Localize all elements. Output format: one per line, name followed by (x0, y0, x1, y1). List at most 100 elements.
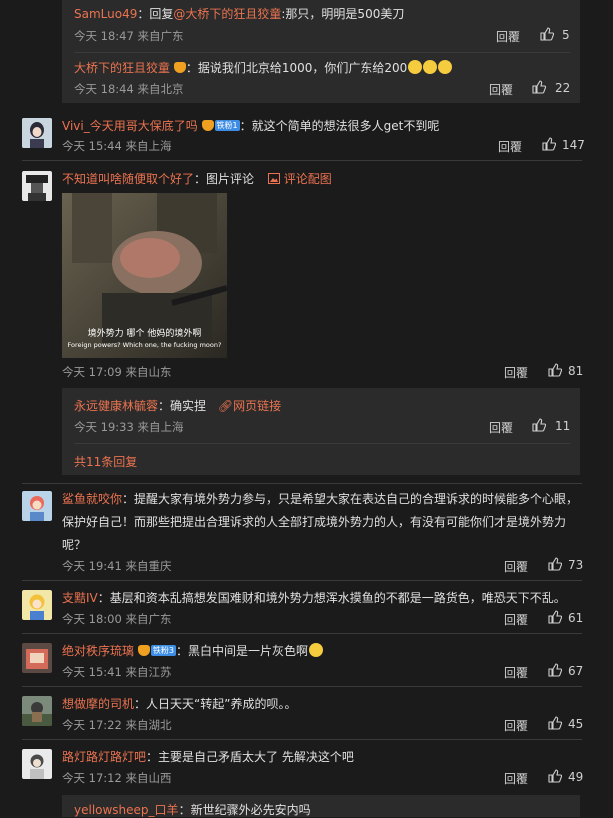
comment-username[interactable]: Vivi_今天用哥大保底了吗 (62, 119, 198, 133)
comment-text: 支黠IV：基层和资本乱搞想发国难财和境外势力想浑水摸鱼的不都是一路货色，唯恐天下… (62, 589, 566, 606)
like-count: 45 (568, 717, 584, 731)
comment-username[interactable]: 鲨鱼就咬你 (62, 492, 122, 506)
sub-reply-text: 永远健康林毓蓉：确实捏 🔗︎网页链接 (74, 397, 281, 414)
avatar[interactable] (22, 491, 52, 521)
divider (74, 443, 570, 444)
comment-time: 今天 17:09 来自山东 (62, 365, 172, 379)
reply-button[interactable]: 回覆 (504, 364, 528, 381)
image-icon (267, 172, 280, 186)
like-count: 67 (568, 664, 584, 678)
reply-button[interactable]: 回覆 (489, 81, 513, 98)
like-count: 81 (568, 364, 584, 378)
reply-button[interactable]: 回覆 (504, 770, 528, 787)
comment-time: 今天 15:41 来自江苏 (62, 665, 172, 679)
image-caption: 境外势力 哪个 他妈的境外啊 (87, 329, 202, 339)
comment-image[interactable]: 境外势力 哪个 他妈的境外啊 Foreign powers? Which one… (62, 193, 228, 358)
like-icon[interactable] (548, 557, 563, 574)
comment-body: ：人日天天“转起”养成的呗。。 (134, 697, 297, 711)
comment-username[interactable]: 支黠IV (62, 591, 98, 605)
emoji-icon (438, 60, 453, 74)
comment-body: ：主要是自己矛盾太大了 先解决这个吧 (146, 750, 354, 764)
sub-reply-text: yellowsheep_口羊：新世纪骤外必先安内吗 (74, 801, 311, 818)
like-icon[interactable] (548, 663, 563, 680)
like-count: 49 (568, 770, 584, 784)
more-replies-link[interactable]: 共11条回复 (74, 453, 137, 470)
like-icon[interactable] (540, 27, 555, 44)
sub-reply-text: 大桥下的狂且狡童 ：据说我们北京给1000，你们广东给200 (74, 59, 453, 76)
like-icon[interactable] (548, 363, 563, 380)
like-icon[interactable] (548, 769, 563, 786)
like-icon[interactable] (548, 610, 563, 627)
sub-reply-body: :那只，明明是500美刀 (281, 7, 405, 21)
comment-body: ：提醒大家有境外势力参与，只是希望大家在表达自己的合理诉求的时候能多个心眼， (122, 492, 579, 506)
comment-text: 绝对秩序琉璃 铁粉3 ：黑白中间是一片灰色啊 (62, 642, 323, 659)
like-count: 11 (555, 419, 571, 433)
avatar[interactable] (22, 590, 52, 620)
divider (22, 580, 582, 581)
sub-reply-username[interactable]: yellowsheep_口羊 (74, 803, 179, 817)
sub-reply-time: 今天 19:33 来自上海 (74, 420, 184, 434)
like-count: 22 (555, 81, 571, 95)
comment-body: ：就这个简单的想法很多人get不到呢 (239, 119, 440, 133)
divider (74, 52, 570, 53)
like-icon[interactable] (532, 80, 547, 97)
sub-reply-username[interactable]: 永远健康林毓蓉 (74, 399, 158, 413)
sub-reply-body: ：新世纪骤外必先安内吗 (178, 803, 311, 817)
sub-reply-username[interactable]: SamLuo49 (74, 7, 137, 21)
divider (22, 483, 582, 484)
comment-text: 路灯路灯路灯吧：主要是自己矛盾太大了 先解决这个吧 (62, 748, 354, 765)
comment-time: 今天 18:00 来自广东 (62, 612, 172, 626)
reply-button[interactable]: 回覆 (504, 717, 528, 734)
divider (22, 160, 582, 161)
comment-time: 今天 17:12 来自山西 (62, 771, 172, 785)
avatar[interactable] (22, 118, 52, 148)
comment-body: ：基层和资本乱搞想发国难财和境外势力想浑水摸鱼的不都是一路货色，唯恐天下不乱。 (97, 591, 566, 605)
like-icon[interactable] (542, 137, 557, 154)
reply-button[interactable]: 回覆 (504, 558, 528, 575)
crown-icon (173, 62, 186, 73)
comment-body-line2: 保护好自己！而那些把提出合理诉求的人全部打成境外势力的人，有没有可能你们才是境外… (62, 515, 567, 529)
reply-button[interactable]: 回覆 (498, 138, 522, 155)
fan-badge: 铁粉1 (214, 120, 240, 131)
reply-panel-top: SamLuo49：回复@大桥下的狂且狡童:那只，明明是500美刀 今天 18:4… (62, 0, 580, 103)
divider (22, 739, 582, 740)
sub-reply-username[interactable]: 大桥下的狂且狡童 (74, 61, 170, 75)
sub-reply-time: 今天 18:47 来自广东 (74, 29, 184, 43)
reply-panel-bottom: yellowsheep_口羊：新世纪骤外必先安内吗 (62, 795, 580, 817)
avatar[interactable] (22, 171, 52, 201)
like-count: 147 (562, 138, 585, 152)
comment-time: 今天 17:22 来自湖北 (62, 718, 172, 732)
comment-username[interactable]: 不知道叫啥随便取个好了 (62, 172, 194, 186)
comment-username[interactable]: 想做摩的司机 (62, 697, 134, 711)
avatar[interactable] (22, 643, 52, 673)
emoji-icon (423, 60, 438, 74)
like-count: 73 (568, 558, 584, 572)
comment-username[interactable]: 绝对秩序琉璃 (62, 644, 134, 658)
comment-body-line3: 呢？ (62, 538, 87, 552)
reply-button[interactable]: 回覆 (504, 611, 528, 628)
image-comment-link[interactable]: 评论配图 (284, 172, 332, 186)
like-icon[interactable] (532, 418, 547, 435)
sub-reply-prefix: ：回复 (137, 7, 174, 21)
reply-button[interactable]: 回覆 (504, 664, 528, 681)
avatar[interactable] (22, 696, 52, 726)
like-icon[interactable] (548, 716, 563, 733)
crown-icon (137, 645, 150, 656)
avatar[interactable] (22, 749, 52, 779)
comment-body: ：黑白中间是一片灰色啊 (175, 644, 308, 658)
comment-username[interactable]: 路灯路灯路灯吧 (62, 750, 146, 764)
reply-button[interactable]: 回覆 (496, 28, 520, 45)
reply-panel: 永远健康林毓蓉：确实捏 🔗︎网页链接 今天 19:33 来自上海 回覆 11 共… (62, 388, 580, 475)
comment-time: 今天 15:44 来自上海 (62, 139, 172, 153)
web-link[interactable]: 网页链接 (233, 399, 281, 413)
divider (22, 686, 582, 687)
reply-button[interactable]: 回覆 (489, 419, 513, 436)
like-count: 61 (568, 611, 584, 625)
comment-text: 鲨鱼就咬你：提醒大家有境外势力参与，只是希望大家在表达自己的合理诉求的时候能多个… (62, 490, 578, 507)
sub-reply-text: SamLuo49：回复@大桥下的狂且狡童:那只，明明是500美刀 (74, 5, 404, 22)
image-caption-en: Foreign powers? Which one, the fucking m… (67, 341, 222, 349)
comment-body: ：图片评论 (194, 172, 255, 186)
mention-link[interactable]: @大桥下的狂且狡童 (173, 7, 281, 21)
divider (22, 633, 582, 634)
link-icon: 🔗︎ (217, 399, 234, 413)
